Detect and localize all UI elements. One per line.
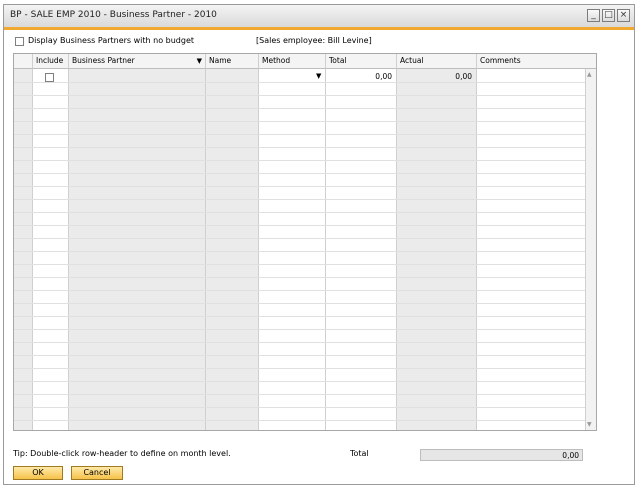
grid-row-line [14,95,596,96]
method-column [259,69,326,430]
name-column [206,69,259,430]
grid-row-line [14,277,596,278]
business-partner-column [69,69,206,430]
row-actual-value: 0,00 [455,72,472,81]
grid-row-line [14,420,596,421]
total-column [326,69,397,430]
no-budget-label: Display Business Partners with no budget [28,36,195,45]
method-dropdown-icon[interactable]: ▼ [316,72,321,80]
grid-row-line [14,381,596,382]
sales-employee-label: [Sales employee: Bill Levine] [256,36,372,45]
grid-row-line [14,264,596,265]
column-header-include[interactable]: Include [33,54,69,69]
grid-row-line [14,108,596,109]
grid-row-line [14,147,596,148]
grid-row-line [14,212,596,213]
include-column [33,69,69,430]
column-header-method[interactable]: Method [259,54,326,69]
column-header-business-partner[interactable]: Business Partner ▼ [69,54,206,69]
vertical-scrollbar[interactable]: ▲ ▼ [585,69,596,430]
tip-text: Tip: Double-click row-header to define o… [13,449,231,458]
grid-row-line [14,238,596,239]
sort-arrow-icon: ▼ [196,57,202,65]
close-icon[interactable]: × [617,9,630,22]
column-header-total[interactable]: Total [326,54,397,69]
scroll-up-icon[interactable]: ▲ [587,71,592,78]
grid-row-line [14,173,596,174]
comments-column [477,69,596,430]
grid-row-line [14,290,596,291]
grid-row-line [14,342,596,343]
maximize-icon[interactable]: □ [602,9,615,22]
footer-total-label: Total [350,449,369,458]
grid-row-line [14,407,596,408]
column-header-name[interactable]: Name [206,54,259,69]
cancel-button[interactable]: Cancel [71,466,123,480]
grid-row-line [14,82,596,83]
title-bar[interactable]: BP - SALE EMP 2010 - Business Partner - … [4,5,634,30]
actual-column [397,69,477,430]
grid-row-line [14,160,596,161]
row-headers[interactable] [14,69,33,430]
grid-row-line [14,394,596,395]
grid-row-line [14,186,596,187]
no-budget-checkbox[interactable] [15,37,24,46]
row-header-column [14,54,33,69]
include-checkbox[interactable] [45,73,54,82]
column-header-comments[interactable]: Comments [477,54,596,69]
grid-row-line [14,225,596,226]
grid-row-line [14,121,596,122]
window-title: BP - SALE EMP 2010 - Business Partner - … [10,10,217,20]
grid-row-line [14,355,596,356]
grid-row-line [14,368,596,369]
grid-row-line [14,303,596,304]
row-total-value[interactable]: 0,00 [326,72,392,81]
ok-button[interactable]: OK [13,466,63,480]
main-window: BP - SALE EMP 2010 - Business Partner - … [3,4,635,485]
grid-row-line [14,316,596,317]
minimize-icon[interactable]: _ [587,9,600,22]
column-header-actual[interactable]: Actual [397,54,477,69]
budget-grid: Include Business Partner ▼ Name Method T… [13,53,597,431]
grid-row-line [14,134,596,135]
grid-row-line [14,251,596,252]
grid-row-line [14,329,596,330]
footer-total-field: 0,00 [420,449,583,461]
column-header-business-partner-label: Business Partner [72,56,135,65]
scroll-down-icon[interactable]: ▼ [587,421,592,428]
grid-row-line [14,199,596,200]
